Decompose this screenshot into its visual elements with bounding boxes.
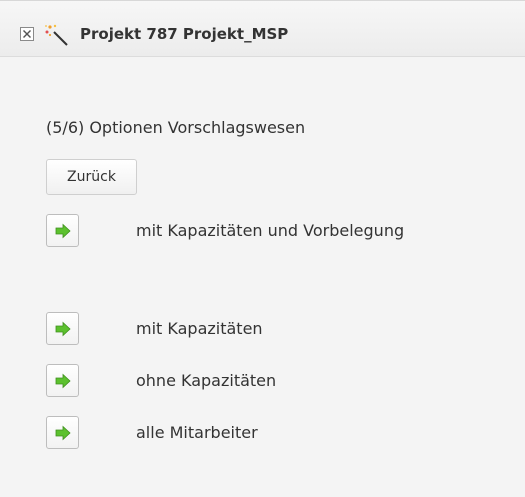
option-label: ohne Kapazitäten (136, 371, 277, 390)
magic-wand-icon (45, 24, 68, 46)
wizard-panel: Projekt 787 Projekt_MSP (5/6) Optionen V… (0, 0, 525, 497)
option-label: mit Kapazitäten (136, 319, 263, 338)
arrow-right-icon (55, 223, 71, 238)
panel-header: Projekt 787 Projekt_MSP (0, 1, 525, 57)
option-label: alle Mitarbeiter (136, 423, 258, 442)
option-go-button[interactable] (46, 312, 79, 345)
option-go-button[interactable] (46, 214, 79, 247)
option-go-button[interactable] (46, 364, 79, 397)
close-icon (23, 30, 31, 38)
option-label: mit Kapazitäten und Vorbelegung (136, 221, 405, 240)
arrow-right-icon (55, 425, 71, 440)
arrow-right-icon (55, 373, 71, 388)
back-button[interactable]: Zurück (46, 159, 137, 195)
option-go-button[interactable] (46, 416, 79, 449)
arrow-right-icon (55, 321, 71, 336)
close-button[interactable] (20, 27, 34, 41)
step-title: (5/6) Optionen Vorschlagswesen (46, 118, 306, 137)
page-title: Projekt 787 Projekt_MSP (80, 25, 289, 43)
